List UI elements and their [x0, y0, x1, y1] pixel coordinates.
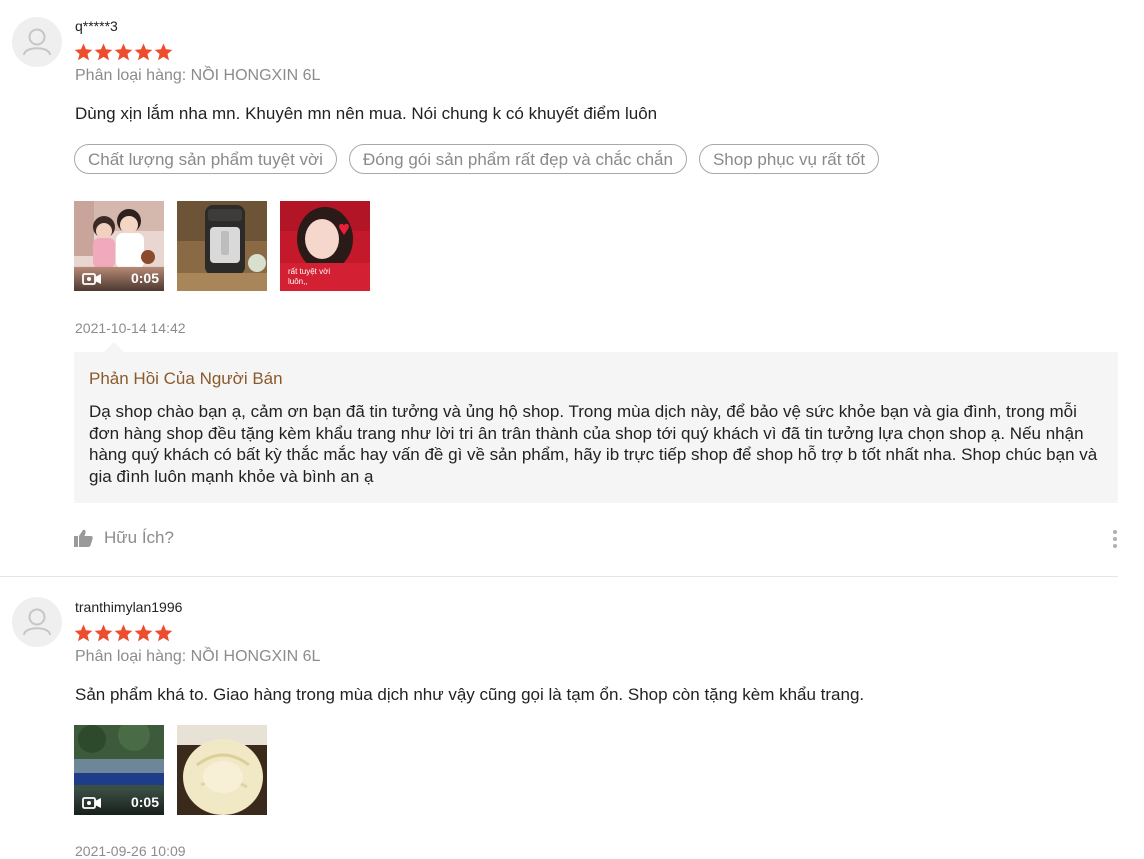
more-vertical-icon	[1113, 530, 1117, 548]
video-duration: 0:05	[130, 270, 159, 286]
thumbs-up-icon	[74, 529, 93, 547]
review-time: 2021-09-26 10:09	[75, 843, 186, 859]
star-icon	[74, 43, 93, 61]
review-content: Dùng xịn lắm nha mn. Khuyên mn nên mua. …	[75, 104, 658, 123]
star-icon	[94, 624, 113, 642]
star-icon	[154, 624, 173, 642]
video-camera-icon	[82, 797, 101, 809]
review-item: tranthimylan1996 Phân loại hàng: NỒI HON…	[0, 580, 1118, 859]
review-tag: Đóng gói sản phẩm rất đẹp và chắc chắn	[348, 144, 687, 174]
star-icon	[114, 624, 133, 642]
seller-reply: Phản Hồi Của Người Bán Dạ shop chào bạn …	[74, 342, 1118, 503]
review-content: Sản phẩm khá to. Giao hàng trong mùa dịc…	[75, 685, 865, 704]
star-icon	[154, 43, 173, 61]
more-options-button[interactable]	[1108, 528, 1122, 552]
review-tag: Chất lượng sản phẩm tuyệt vời	[74, 144, 337, 174]
image-thumbnail[interactable]: rất tuyệt vời luôn,,	[280, 201, 370, 291]
helpful-label: Hữu Ích?	[104, 528, 174, 547]
video-thumbnail[interactable]: 0:05	[74, 201, 164, 291]
image-thumbnail[interactable]	[177, 201, 267, 291]
product-variation: Phân loại hàng: NỒI HONGXIN 6L	[75, 67, 321, 84]
user-placeholder-icon	[23, 608, 51, 636]
review-author[interactable]: tranthimylan1996	[75, 599, 182, 615]
star-icon	[114, 43, 133, 61]
avatar[interactable]	[12, 17, 62, 67]
review-time: 2021-10-14 14:42	[75, 320, 186, 336]
seller-reply-text: Dạ shop chào bạn ạ, cảm ơn bạn đã tin tư…	[89, 402, 1098, 486]
photo-steamed-bun	[177, 725, 267, 815]
review-divider	[0, 576, 1118, 577]
helpful-button[interactable]: Hữu Ích?	[74, 528, 174, 548]
rating-stars	[74, 43, 173, 61]
photo-air-fryer	[177, 201, 267, 291]
rating-stars	[74, 624, 173, 642]
video-camera-icon	[82, 273, 101, 285]
star-icon	[134, 624, 153, 642]
star-icon	[134, 43, 153, 61]
image-caption: rất tuyệt vời luôn,,	[288, 267, 331, 286]
product-variation: Phân loại hàng: NỒI HONGXIN 6L	[75, 648, 321, 665]
review-tags: Chất lượng sản phẩm tuyệt vời Đóng gói s…	[74, 144, 880, 174]
seller-reply-title: Phản Hồi Của Người Bán	[89, 369, 283, 388]
review-media: 0:05	[74, 725, 267, 815]
video-thumbnail[interactable]: 0:05	[74, 725, 164, 815]
image-thumbnail[interactable]	[177, 725, 267, 815]
user-placeholder-icon	[23, 28, 51, 56]
star-icon	[94, 43, 113, 61]
review-tag: Shop phục vụ rất tốt	[698, 144, 880, 174]
review-item: q*****3 Phân loại hàng: NỒI HONGXIN 6L D…	[0, 0, 1118, 576]
star-icon	[74, 624, 93, 642]
review-author[interactable]: q*****3	[75, 18, 118, 34]
review-media: 0:05 rất tuyệt vời luôn,,	[74, 201, 370, 291]
avatar[interactable]	[12, 597, 62, 647]
video-duration: 0:05	[130, 794, 159, 810]
